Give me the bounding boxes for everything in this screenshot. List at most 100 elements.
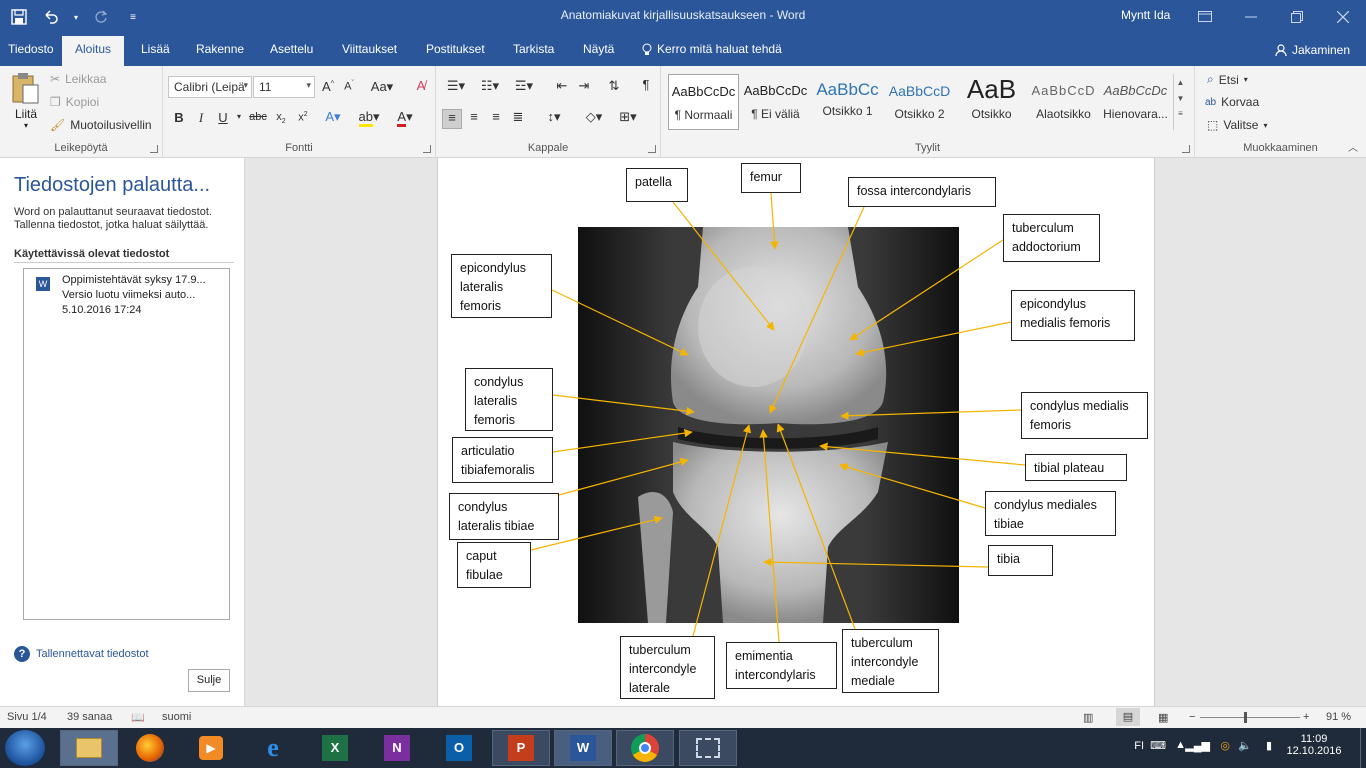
find-button[interactable]: ⌕ Etsi ▾ [1207,72,1248,87]
justify-icon[interactable]: ≣ [508,109,528,125]
superscript-icon[interactable]: x2 [293,111,313,124]
keyboard-icon[interactable]: ⌨ [1150,739,1166,752]
dialog-launcher-icon[interactable] [1182,145,1190,153]
style-heading-2[interactable]: AaBbCcD Otsikko 2 [884,74,955,130]
subscript-icon[interactable]: x2 [271,111,291,125]
strikethrough-icon[interactable]: abc [248,111,268,123]
help-link[interactable]: ? Tallennettavat tiedostot [14,646,149,662]
start-button[interactable] [5,730,45,766]
tab-review[interactable]: Tarkista [513,42,554,56]
close-icon[interactable] [1320,0,1366,33]
label-condylus-lateralis-tibiae[interactable]: condylus lateralis tibiae [449,493,559,540]
tab-layout[interactable]: Asettelu [270,42,313,56]
zoom-out-icon[interactable]: − [1189,711,1195,723]
style-no-spacing[interactable]: AaBbCcDc ¶ Ei väliä [740,74,811,130]
file-explorer-icon[interactable] [60,730,118,766]
onenote-icon[interactable]: N [368,730,426,766]
language-indicator[interactable]: suomi [162,711,191,723]
line-spacing-icon[interactable]: ↕▾ [540,109,568,125]
update-icon[interactable]: ◎ [1220,739,1230,752]
word-icon[interactable]: W [554,730,612,766]
increase-indent-icon[interactable]: ⇥ [574,78,594,94]
restore-icon[interactable] [1274,0,1320,33]
zoom-in-icon[interactable]: + [1303,711,1309,723]
label-caput-fibulae[interactable]: caput fibulae [457,542,531,588]
show-desktop-button[interactable] [1360,728,1366,768]
style-normal[interactable]: AaBbCcDc ¶ Normaali [668,74,739,130]
page-count[interactable]: Sivu 1/4 [7,711,47,723]
label-fossa-intercondylaris[interactable]: fossa intercondylaris [848,177,996,207]
tab-mailings[interactable]: Postitukset [426,42,485,56]
tab-insert[interactable]: Lisää [141,42,170,56]
numbering-icon[interactable]: ☷▾ [476,78,504,94]
font-color-icon[interactable]: A▾ [391,109,419,127]
change-case-icon[interactable]: Aa▾ [368,79,396,95]
tab-home[interactable]: Aloitus [62,36,125,66]
volume-icon[interactable]: 🔈 [1238,739,1252,752]
label-condylus-medialis-femoris[interactable]: condylus medialis femoris [1021,392,1148,439]
ribbon-display-icon[interactable] [1182,0,1228,33]
label-tuberculum-intercondyle-laterale[interactable]: tuberculum intercondyle laterale [620,636,715,699]
more-icon[interactable]: ≡ [1174,109,1187,118]
clock[interactable]: 11:09 12.10.2016 [1282,733,1346,757]
label-emimentia-intercondylaris[interactable]: emimentia intercondylaris [726,642,837,689]
italic-icon[interactable]: I [191,110,211,126]
sort-icon[interactable]: ⇅ [604,78,624,94]
word-count[interactable]: 39 sanaa [67,711,112,723]
tab-references[interactable]: Viittaukset [342,42,397,56]
chevron-down-icon[interactable]: ▼ [1174,94,1187,103]
paste-button[interactable]: Liitä ▾ [10,72,42,136]
bold-icon[interactable]: B [169,110,189,125]
proofing-icon[interactable]: 📖 [131,711,145,724]
label-condylus-lateralis-femoris[interactable]: condylus lateralis femoris [465,368,553,431]
shrink-font-icon[interactable]: Aˇ [339,80,359,93]
tab-view[interactable]: Näytä [583,42,614,56]
multilevel-list-icon[interactable]: ☲▾ [510,78,538,94]
label-patella[interactable]: patella [626,168,688,202]
cut-button[interactable]: ✂ Leikkaa [50,72,106,86]
chrome-icon[interactable] [616,730,674,766]
label-femur[interactable]: femur [741,163,801,193]
tell-me-box[interactable]: Kerro mitä haluat tehdä [642,42,782,56]
read-mode-icon[interactable]: ▥ [1083,711,1093,724]
style-subtitle[interactable]: AaBbCcD Alaotsikko [1028,74,1099,130]
battery-icon[interactable]: ▮ [1266,739,1272,752]
label-articulatio-tibiafemoralis[interactable]: articulatio tibiafemoralis [452,437,553,483]
font-size-combo[interactable]: 11 ▾ [253,76,315,98]
network-icon[interactable]: ▂▄▆ [1185,739,1210,752]
select-button[interactable]: ⬚ Valitse ▾ [1207,118,1268,132]
snipping-tool-icon[interactable] [679,730,737,766]
label-tibia[interactable]: tibia [988,545,1053,576]
tab-design[interactable]: Rakenne [196,42,244,56]
format-painter-button[interactable]: 🖌 Muotoilusivellin [50,118,152,132]
bullets-icon[interactable]: ☰▾ [442,78,470,94]
close-pane-button[interactable]: Sulje [188,669,230,692]
borders-icon[interactable]: ⊞▾ [614,109,642,125]
replace-button[interactable]: ab Korvaa [1205,95,1259,109]
align-left-icon[interactable]: ≡ [442,109,462,129]
web-layout-icon[interactable]: ▦ [1158,711,1168,724]
text-effects-icon[interactable]: A▾ [323,109,343,125]
input-language[interactable]: FI [1134,740,1144,752]
grow-font-icon[interactable]: A^ [318,79,338,94]
excel-icon[interactable]: X [306,730,364,766]
share-button[interactable]: Jakaminen [1267,38,1358,62]
clear-formatting-icon[interactable]: A̸ [411,78,431,93]
print-layout-icon[interactable]: ▤ [1116,708,1140,726]
internet-explorer-icon[interactable]: e [244,730,302,766]
label-epicondylus-lateralis-femoris[interactable]: epicondylus lateralis femoris [451,254,552,318]
recovered-files-list[interactable]: W Oppimistehtävät syksy 17.9... Versio l… [23,268,230,620]
outlook-icon[interactable]: O [430,730,488,766]
zoom-slider-thumb[interactable] [1244,712,1247,723]
pilcrow-icon[interactable]: ¶ [636,77,656,92]
dialog-launcher-icon[interactable] [423,145,431,153]
styles-scroll[interactable]: ▲ ▼ ≡ [1173,74,1187,130]
style-heading-1[interactable]: AaBbCc Otsikko 1 [812,74,883,130]
label-condylus-mediales-tibiae[interactable]: condylus mediales tibiae [985,491,1116,536]
label-tibial-plateau[interactable]: tibial plateau [1025,454,1127,481]
media-player-icon[interactable]: ▶ [182,730,240,766]
style-title[interactable]: AaB Otsikko [956,74,1027,130]
copy-button[interactable]: ❐ Kopioi [50,95,99,109]
minimize-icon[interactable] [1228,0,1274,33]
zoom-slider[interactable] [1200,717,1300,718]
